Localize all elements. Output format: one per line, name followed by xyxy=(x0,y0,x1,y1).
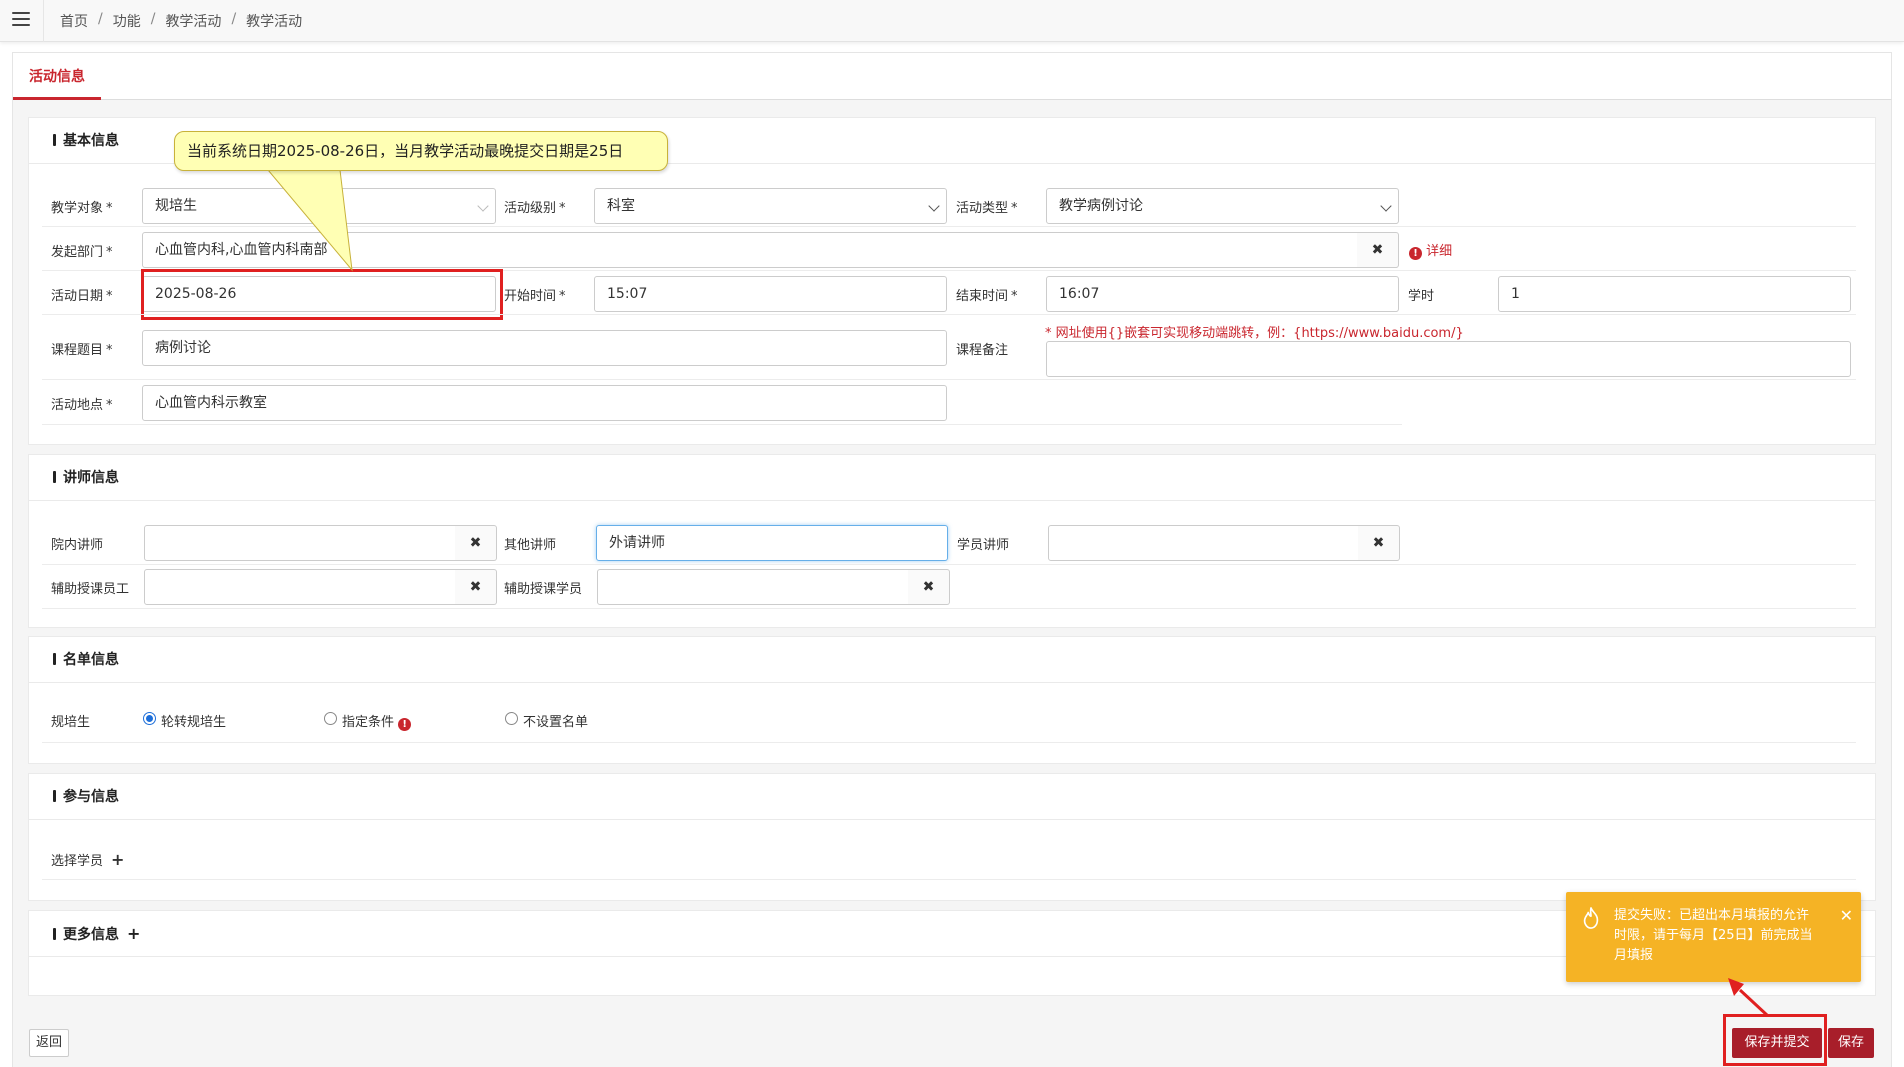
callout-pointer xyxy=(266,169,353,272)
annotation-callout: 当前系统日期2025-08-26日，当月教学活动最晚提交日期是25日 xyxy=(174,131,668,171)
red-arrow-icon xyxy=(1728,978,1770,1018)
